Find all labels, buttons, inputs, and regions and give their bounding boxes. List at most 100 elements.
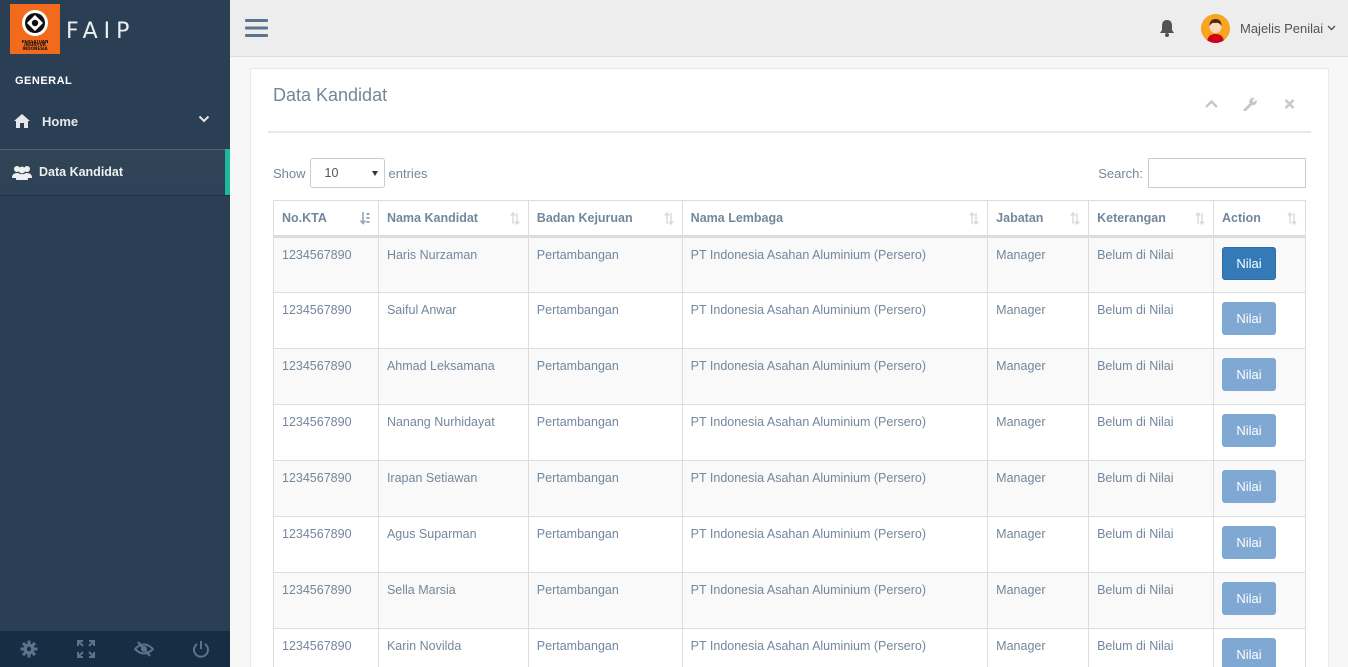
column-header-nama-kandidat[interactable]: Nama Kandidat xyxy=(377,200,529,238)
cell-badan-kejuruan: Pertambangan xyxy=(527,572,683,629)
collapse-button[interactable] xyxy=(1203,97,1220,111)
column-header-badan-kejuruan[interactable]: Badan Kejuruan xyxy=(527,200,683,238)
cell-badan-kejuruan: Pertambangan xyxy=(527,292,683,349)
sort-icon xyxy=(663,212,674,225)
table-row: 1234567890 Irapan Setiawan Pertambangan … xyxy=(273,460,1306,517)
users-icon xyxy=(12,166,32,180)
lock-button[interactable] xyxy=(115,631,173,667)
power-icon xyxy=(193,641,210,658)
brand-name: FAIP xyxy=(66,19,136,44)
column-header-no-kta[interactable]: No.KTA xyxy=(273,200,379,238)
table-row: 1234567890 Haris Nurzaman Pertambangan P… xyxy=(273,236,1306,293)
page-length-select[interactable]: 10 xyxy=(309,158,385,188)
nilai-button[interactable]: Nilai xyxy=(1222,526,1276,559)
nilai-button[interactable]: Nilai xyxy=(1222,638,1276,667)
sidebar-item-label: Home xyxy=(42,113,79,129)
cell-nama-kandidat: Karin Novilda xyxy=(377,628,529,667)
bell-icon[interactable] xyxy=(1159,19,1175,37)
gear-icon xyxy=(20,640,38,658)
page-length-control: Show 10 entries xyxy=(273,158,428,188)
cell-jabatan: Manager xyxy=(987,572,1090,629)
column-header-keterangan[interactable]: Keterangan xyxy=(1088,200,1214,238)
chevron-down-icon[interactable] xyxy=(1327,25,1336,31)
data-kandidat-panel: Data Kandidat Show 10 entries Search: No… xyxy=(250,68,1329,667)
close-button[interactable] xyxy=(1281,97,1298,111)
sidebar-footer xyxy=(0,631,230,667)
page-length-value: 10 xyxy=(324,166,339,180)
home-icon xyxy=(14,114,30,128)
column-header-label: Keterangan xyxy=(1097,211,1166,225)
eye-slash-icon xyxy=(133,641,154,657)
nilai-button[interactable]: Nilai xyxy=(1222,302,1276,335)
search-input[interactable] xyxy=(1148,158,1306,188)
sort-icon xyxy=(1070,212,1080,225)
cell-no-kta: 1234567890 xyxy=(273,572,379,629)
table-row: 1234567890 Agus Suparman Pertambangan PT… xyxy=(273,516,1306,573)
settings-button[interactable] xyxy=(0,631,58,667)
cell-jabatan: Manager xyxy=(987,460,1090,517)
cell-keterangan: Belum di Nilai xyxy=(1088,236,1214,293)
avatar[interactable] xyxy=(1201,14,1230,43)
nilai-button[interactable]: Nilai xyxy=(1222,358,1276,391)
close-icon xyxy=(1284,99,1295,109)
cell-no-kta: 1234567890 xyxy=(273,292,379,349)
entries-label: entries xyxy=(388,165,428,181)
column-header-jabatan[interactable]: Jabatan xyxy=(987,200,1090,238)
cell-no-kta: 1234567890 xyxy=(273,516,379,573)
cell-nama-kandidat: Nanang Nurhidayat xyxy=(377,404,529,461)
cell-action: Nilai xyxy=(1213,572,1306,629)
table-row: 1234567890 Sella Marsia Pertambangan PT … xyxy=(273,572,1306,629)
table-row: 1234567890 Saiful Anwar Pertambangan PT … xyxy=(273,292,1306,349)
table-row: 1234567890 Karin Novilda Pertambangan PT… xyxy=(273,628,1306,667)
logout-button[interactable] xyxy=(173,631,231,667)
cell-badan-kejuruan: Pertambangan xyxy=(527,348,683,405)
logo-text: PERSATUAN INSINYUR INDONESIA xyxy=(21,39,49,51)
table-row: 1234567890 Nanang Nurhidayat Pertambanga… xyxy=(273,404,1306,461)
sort-icon xyxy=(1287,212,1297,225)
cell-action: Nilai xyxy=(1213,460,1306,517)
cell-nama-kandidat: Saiful Anwar xyxy=(377,292,529,349)
cell-nama-lembaga: PT Indonesia Asahan Aluminium (Persero) xyxy=(681,628,989,667)
nilai-button[interactable]: Nilai xyxy=(1222,414,1276,447)
cell-keterangan: Belum di Nilai xyxy=(1088,348,1214,405)
cell-keterangan: Belum di Nilai xyxy=(1088,572,1214,629)
column-header-label: No.KTA xyxy=(282,211,327,225)
cell-keterangan: Belum di Nilai xyxy=(1088,516,1214,573)
cell-nama-lembaga: PT Indonesia Asahan Aluminium (Persero) xyxy=(681,516,989,573)
sidebar-item-data-kandidat[interactable]: Data Kandidat xyxy=(0,149,230,195)
kandidat-table: No.KTA Nama Kandidat Badan Kejuruan Nama… xyxy=(273,200,1306,667)
cell-keterangan: Belum di Nilai xyxy=(1088,292,1214,349)
panel-title: Data Kandidat xyxy=(273,85,388,105)
cell-action: Nilai xyxy=(1213,404,1306,461)
nilai-button[interactable]: Nilai xyxy=(1222,470,1276,503)
sidebar-item-home[interactable]: Home xyxy=(0,93,230,149)
settings-button[interactable] xyxy=(1242,96,1259,112)
cell-nama-lembaga: PT Indonesia Asahan Aluminium (Persero) xyxy=(681,404,989,461)
cell-no-kta: 1234567890 xyxy=(273,348,379,405)
cell-jabatan: Manager xyxy=(987,348,1090,405)
dropdown-arrow-icon xyxy=(371,171,378,176)
cell-badan-kejuruan: Pertambangan xyxy=(527,236,683,293)
cell-jabatan: Manager xyxy=(987,292,1090,349)
user-name[interactable]: Majelis Penilai xyxy=(1240,21,1323,36)
fullscreen-icon xyxy=(77,640,96,658)
cell-jabatan: Manager xyxy=(987,404,1090,461)
cell-keterangan: Belum di Nilai xyxy=(1088,628,1214,667)
column-header-nama-lembaga[interactable]: Nama Lembaga xyxy=(681,200,989,238)
fullscreen-button[interactable] xyxy=(58,631,116,667)
menu-toggle-icon[interactable] xyxy=(245,18,268,38)
cell-keterangan: Belum di Nilai xyxy=(1088,460,1214,517)
column-header-action[interactable]: Action xyxy=(1213,200,1306,238)
cell-nama-lembaga: PT Indonesia Asahan Aluminium (Persero) xyxy=(681,292,989,349)
nilai-button[interactable]: Nilai xyxy=(1222,247,1276,280)
cell-nama-lembaga: PT Indonesia Asahan Aluminium (Persero) xyxy=(681,460,989,517)
column-header-label: Badan Kejuruan xyxy=(536,211,633,225)
nilai-button[interactable]: Nilai xyxy=(1222,582,1276,615)
panel-tools xyxy=(1203,96,1298,112)
cell-action: Nilai xyxy=(1213,628,1306,667)
show-label: Show xyxy=(273,165,306,181)
cell-badan-kejuruan: Pertambangan xyxy=(527,628,683,667)
cell-keterangan: Belum di Nilai xyxy=(1088,404,1214,461)
column-header-label: Jabatan xyxy=(996,211,1044,225)
brand[interactable]: PERSATUAN INSINYUR INDONESIA FAIP xyxy=(0,0,230,57)
